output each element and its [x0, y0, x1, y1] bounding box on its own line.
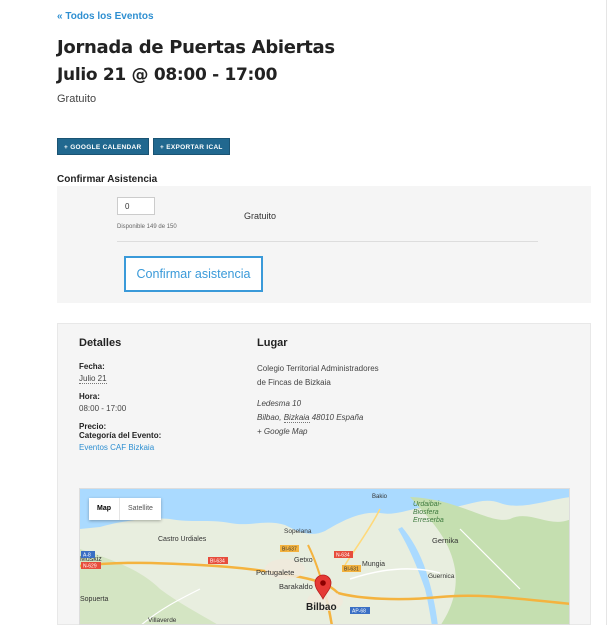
- map-label-biosfera: Biosfera: [413, 509, 439, 516]
- map-pin-dot: [320, 580, 326, 586]
- confirm-attendance-button[interactable]: Confirmar asistencia: [124, 256, 263, 292]
- ticket-price: Gratuito: [244, 211, 277, 221]
- map-label-castro: Castro Urdiales: [158, 536, 207, 543]
- map-shield-bi634-text: BI-634: [210, 559, 225, 565]
- map-label-guernica: Guernica: [428, 573, 455, 580]
- map-shield-ap68-text: AP-68: [352, 609, 366, 615]
- map-type-map-button[interactable]: Map: [89, 498, 119, 520]
- time-value: 08:00 - 17:00: [79, 404, 127, 413]
- map-label-mungia: Mungia: [362, 561, 385, 568]
- map-label-portugalete: Portugalete: [256, 568, 294, 577]
- map-label-barakaldo: Barakaldo: [279, 582, 313, 591]
- map-label-getxo: Getxo: [294, 557, 313, 564]
- map-type-satellite-button[interactable]: Satellite: [119, 498, 161, 520]
- rsvp-heading: Confirmar Asistencia: [57, 174, 158, 185]
- map-label-bilbao: Bilbao: [306, 602, 337, 613]
- event-title: Jornada de Puertas Abiertas: [57, 37, 335, 58]
- map-shield-n629-text: N-629: [83, 564, 97, 570]
- venue-region: Bizkaia: [283, 413, 310, 423]
- map-shield-bi637-text: BI-637: [282, 547, 297, 553]
- event-cost: Gratuito: [57, 93, 97, 105]
- all-events-link[interactable]: « Todos los Eventos: [57, 11, 154, 22]
- price-label: Precio:: [79, 422, 107, 431]
- map-shield-bi631-text: BI-631: [344, 567, 359, 573]
- ticket-quantity-input[interactable]: [117, 197, 155, 215]
- export-ical-button[interactable]: + EXPORTAR ICAL: [153, 138, 230, 155]
- venue-name: Colegio Territorial Administradores de F…: [257, 362, 379, 390]
- venue-name-line1: Colegio Territorial Administradores: [257, 364, 379, 373]
- google-map-link[interactable]: + Google Map: [257, 425, 307, 439]
- venue-street: Ledesma 10: [257, 399, 302, 408]
- venue-heading: Lugar: [257, 337, 288, 349]
- map-label-erreserba: Erreserba: [413, 517, 444, 524]
- rsvp-divider: [117, 241, 538, 242]
- event-datetime: Julio 21 @ 08:00 - 17:00: [57, 65, 278, 85]
- availability-text: Disponible 149 de 150: [117, 224, 177, 230]
- category-link[interactable]: Eventos CAF Bizkaia: [79, 443, 154, 452]
- venue-city-line: Bilbao, Bizkaia 48010 España: [257, 411, 363, 425]
- date-label: Fecha:: [79, 362, 105, 371]
- map-type-toggle: Map Satellite: [89, 498, 161, 520]
- page-edge-divider: [606, 0, 607, 625]
- date-value: Julio 21: [79, 374, 107, 384]
- category-label: Categoría del Evento:: [79, 431, 162, 440]
- map-label-urdaibai: Urdaibai-: [413, 501, 442, 508]
- map-label-gernika: Gernika: [432, 536, 459, 545]
- details-heading: Detalles: [79, 337, 122, 349]
- venue-city: Bilbao,: [257, 413, 282, 422]
- map-label-sopelana: Sopelana: [284, 528, 312, 535]
- map-shield-a8-text: A-8: [83, 553, 91, 559]
- map-shield-n634-east-text: N-634: [336, 553, 350, 559]
- time-label: Hora:: [79, 392, 100, 401]
- map-label-bakio: Bakio: [372, 494, 388, 500]
- venue-name-line2: de Fincas de Bizkaia: [257, 378, 331, 387]
- date-abbr: Julio 21: [79, 374, 107, 384]
- map-label-villaverde: Villaverde: [148, 617, 177, 624]
- venue-address: Ledesma 10 Bilbao, Bizkaia 48010 España: [257, 397, 363, 425]
- map-label-sopuerta: Sopuerta: [80, 596, 109, 603]
- google-calendar-button[interactable]: + GOOGLE CALENDAR: [57, 138, 149, 155]
- venue-postal-country: 48010 España: [311, 413, 364, 422]
